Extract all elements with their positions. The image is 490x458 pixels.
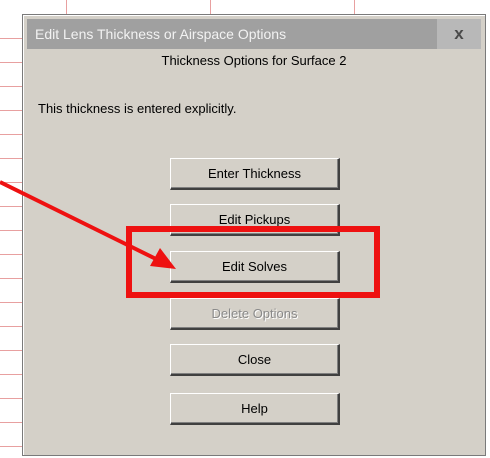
annotation-arrow xyxy=(0,180,176,269)
arrow-shaft xyxy=(0,180,159,262)
